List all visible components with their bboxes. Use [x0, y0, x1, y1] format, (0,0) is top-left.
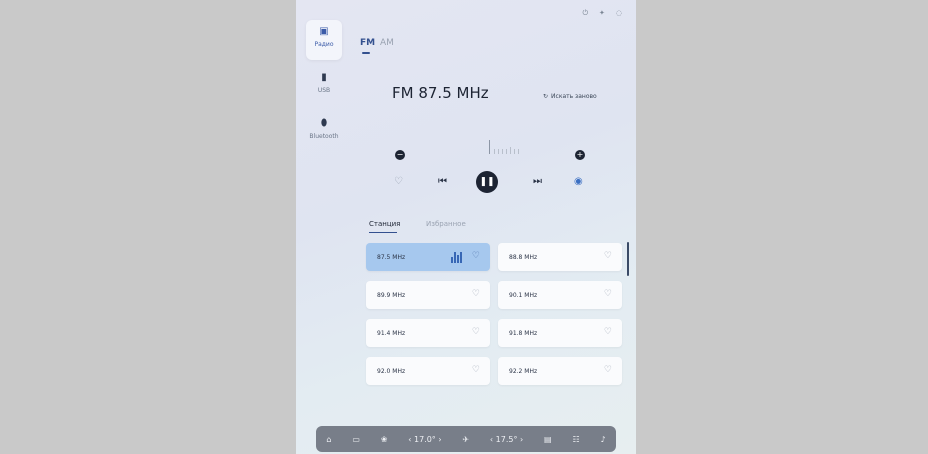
band-indicator [362, 52, 370, 54]
station-card[interactable]: 88.8 MHz ♡ [498, 243, 622, 271]
home-icon[interactable]: ⌂ [326, 435, 331, 444]
station-frequency: 91.4 MHz [377, 330, 406, 337]
apps-grid-icon[interactable]: ☷ [572, 435, 579, 444]
equalizer-icon [451, 252, 462, 263]
tuner-scale[interactable] [486, 138, 526, 154]
station-frequency: 87.5 MHz [377, 254, 406, 261]
tune-up-button[interactable]: + [575, 150, 585, 160]
station-frequency: 90.1 MHz [509, 292, 538, 299]
station-frequency: 92.2 MHz [509, 368, 538, 375]
car-icon[interactable]: ▭ [352, 435, 360, 444]
broadcast-icon[interactable]: ◉ [574, 174, 583, 190]
station-card[interactable]: 90.1 MHz ♡ [498, 281, 622, 309]
rescan-label: Искать заново [551, 93, 597, 100]
refresh-icon: ↻ [543, 93, 549, 100]
station-card[interactable]: 91.8 MHz ♡ [498, 319, 622, 347]
radio-screen: ⏻ ✦ ◌ ▣ Радио ▮ USB ⬮ Bluetooth FM AM FM… [296, 0, 636, 454]
pause-button[interactable]: ❚❚ [476, 171, 498, 193]
heart-icon[interactable]: ♡ [472, 365, 480, 375]
status-bar: ⏻ ✦ ◌ [582, 9, 622, 17]
screen-icon[interactable]: ▤ [544, 435, 552, 444]
heart-icon[interactable]: ♡ [604, 251, 612, 261]
temp-right-value: 17.5° [495, 434, 518, 444]
heart-icon[interactable]: ♡ [472, 251, 480, 261]
source-bluetooth-label: Bluetooth [309, 133, 339, 140]
bottom-dock: ⌂ ▭ ❀ ‹ 17.0° › ✈ ‹ 17.5° › ▤ ☷ ♪ [316, 426, 616, 452]
station-frequency: 89.9 MHz [377, 292, 406, 299]
scrollbar[interactable] [627, 242, 629, 276]
source-radio-label: Радио [314, 41, 334, 48]
music-icon[interactable]: ♪ [600, 435, 605, 444]
dot-icon: ✦ [599, 9, 605, 17]
station-frequency: 91.8 MHz [509, 330, 538, 337]
heart-icon[interactable]: ♡ [604, 365, 612, 375]
tune-down-button[interactable]: − [395, 150, 405, 160]
temp-left-value: 17.0° [413, 434, 436, 444]
usb-icon: ▮ [321, 72, 327, 83]
heart-icon[interactable]: ♡ [604, 327, 612, 337]
current-frequency: FM 87.5 MHz [392, 84, 489, 102]
station-card[interactable]: 92.0 MHz ♡ [366, 357, 490, 385]
heart-icon[interactable]: ♡ [604, 289, 612, 299]
station-card[interactable]: 87.5 MHz ♡ [366, 243, 490, 271]
tab-stations[interactable]: Станция [369, 220, 400, 228]
temp-right[interactable]: ‹ 17.5° › [490, 435, 523, 444]
source-bluetooth[interactable]: ⬮ Bluetooth [306, 112, 342, 152]
tab-indicator [369, 232, 397, 233]
station-card[interactable]: 91.4 MHz ♡ [366, 319, 490, 347]
bluetooth-icon: ⬮ [320, 118, 328, 129]
eye-off-icon: ◌ [615, 9, 622, 17]
airflow-icon[interactable]: ✈ [462, 435, 469, 444]
tab-favorites[interactable]: Избранное [426, 220, 466, 228]
rescan-button[interactable]: ↻ Искать заново [543, 93, 597, 100]
previous-icon[interactable]: ⏮ [438, 174, 447, 190]
station-card[interactable]: 92.2 MHz ♡ [498, 357, 622, 385]
source-radio[interactable]: ▣ Радио [306, 20, 342, 60]
next-icon[interactable]: ⏭ [533, 174, 542, 190]
temp-left[interactable]: ‹ 17.0° › [408, 435, 441, 444]
fan-icon[interactable]: ❀ [381, 435, 388, 444]
heart-icon[interactable]: ♡ [472, 289, 480, 299]
station-card[interactable]: 89.9 MHz ♡ [366, 281, 490, 309]
heart-icon[interactable]: ♡ [472, 327, 480, 337]
station-frequency: 92.0 MHz [377, 368, 406, 375]
favorite-heart-icon[interactable]: ♡ [394, 174, 403, 190]
station-frequency: 88.8 MHz [509, 254, 538, 261]
source-usb[interactable]: ▮ USB [306, 66, 342, 106]
radio-icon: ▣ [319, 26, 329, 37]
power-icon: ⏻ [582, 9, 589, 17]
source-usb-label: USB [317, 87, 331, 94]
band-fm[interactable]: FM [360, 38, 375, 48]
band-am[interactable]: AM [380, 38, 394, 48]
